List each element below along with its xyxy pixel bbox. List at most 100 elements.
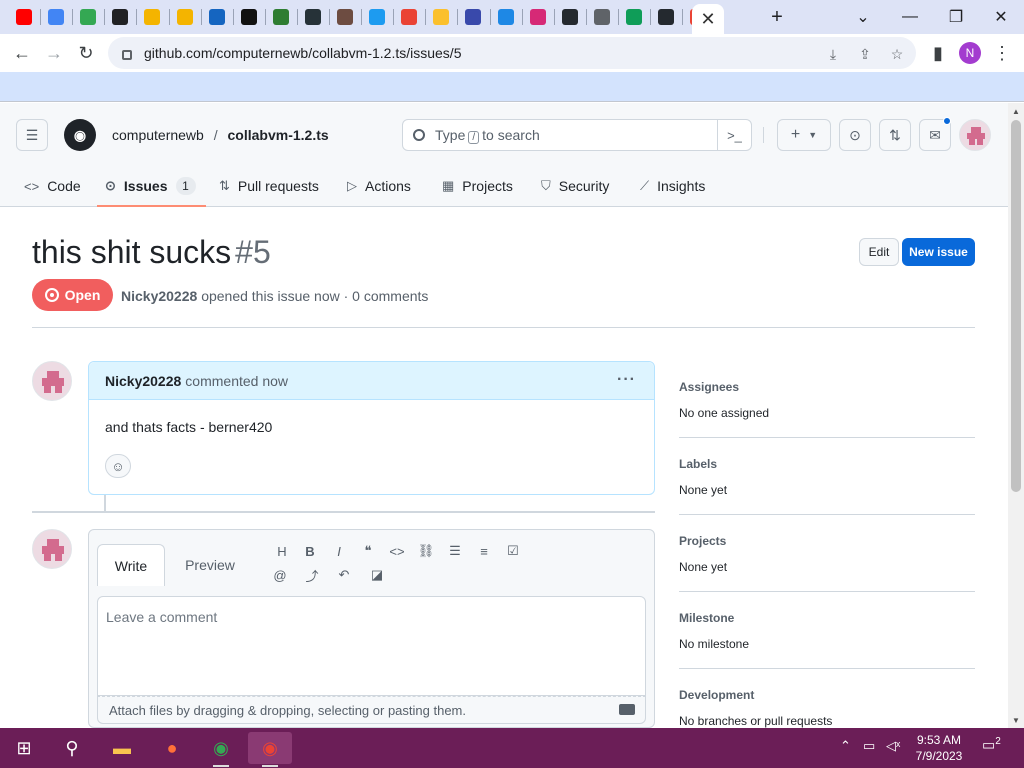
reload-icon[interactable]: ↻ (72, 39, 100, 67)
url-text[interactable]: github.com/computernewb/collabvm-1.2.ts/… (144, 45, 461, 61)
sidebar-projects[interactable]: Projects None yet (679, 534, 975, 574)
forward-icon[interactable]: → (40, 39, 68, 67)
scroll-down-arrow-icon[interactable]: ▼ (1008, 712, 1024, 728)
comment-textarea[interactable]: Leave a comment (97, 596, 646, 696)
sidebar-labels[interactable]: Labels None yet (679, 457, 975, 497)
attach-files-hint[interactable]: Attach files by dragging & dropping, sel… (97, 696, 646, 724)
heading-icon[interactable]: H (271, 540, 293, 562)
restore-icon[interactable]: ❐ (942, 5, 970, 29)
github-logo-icon[interactable]: ◉ (64, 119, 96, 151)
browser-tab[interactable] (653, 5, 679, 29)
hamburger-menu-icon[interactable]: ☰ (16, 119, 48, 151)
browser-tab[interactable] (557, 5, 583, 29)
browser-tab[interactable] (621, 5, 647, 29)
lock-icon[interactable] (122, 50, 132, 60)
browser-tab[interactable] (236, 5, 262, 29)
edit-button[interactable]: Edit (859, 238, 899, 266)
current-user-avatar[interactable] (32, 529, 72, 569)
comment-author-link[interactable]: Nicky20228 (105, 373, 181, 389)
action-center-icon[interactable]: ▭2 (982, 736, 1006, 758)
browser-tab[interactable] (300, 5, 326, 29)
kebab-menu-icon[interactable]: ··· (617, 371, 636, 389)
chrome-taskbar-icon[interactable]: ◉ (199, 732, 243, 767)
browser-tab[interactable] (460, 5, 486, 29)
system-clock[interactable]: 9:53 AM 7/9/2023 (904, 732, 974, 764)
back-icon[interactable]: ← (8, 39, 36, 67)
address-bar[interactable]: github.com/computernewb/collabvm-1.2.ts/… (108, 37, 916, 69)
active-tab-close-button[interactable]: ✕ (692, 4, 724, 34)
firefox-icon[interactable]: ● (150, 732, 194, 764)
file-explorer-icon[interactable]: ▬ (100, 732, 144, 764)
tab-search-icon[interactable]: ⌄ (849, 5, 877, 29)
browser-tab[interactable] (525, 5, 551, 29)
command-palette-icon[interactable]: >_ (717, 120, 751, 150)
user-avatar[interactable] (959, 119, 991, 151)
tab-actions[interactable]: ▷ Actions (347, 165, 411, 207)
sidebar-milestone[interactable]: Milestone No milestone (679, 611, 975, 651)
browser-tab[interactable] (107, 5, 133, 29)
unordered-list-icon[interactable]: ☰ (444, 540, 466, 562)
tab-pull-requests[interactable]: ⇅ Pull requests (219, 165, 319, 207)
browser-tab[interactable] (204, 5, 230, 29)
tab-insights[interactable]: ⟋ Insights (640, 165, 705, 207)
new-tab-button[interactable]: + (763, 5, 791, 29)
browser-tab[interactable] (332, 5, 358, 29)
volume-muted-icon[interactable]: ◁ˣ (886, 738, 900, 754)
browser-tab[interactable] (139, 5, 165, 29)
browser-tab[interactable] (268, 5, 294, 29)
browser-tab[interactable] (493, 5, 519, 29)
author-link[interactable]: Nicky20228 (121, 288, 197, 304)
side-panel-icon[interactable]: ▮ (924, 39, 952, 67)
ordered-list-icon[interactable]: ≡ (473, 540, 495, 562)
comment-author-avatar[interactable] (32, 361, 72, 401)
code-icon[interactable]: <> (386, 540, 408, 562)
window-close-icon[interactable]: ✕ (987, 5, 1015, 29)
minimize-icon[interactable]: — (896, 5, 924, 29)
tab-write[interactable]: Write (97, 544, 165, 586)
sidebar-development[interactable]: Development No branches or pull requests (679, 688, 975, 728)
pull-requests-icon[interactable]: ⇅ (879, 119, 911, 151)
link-icon[interactable]: ⛓ (415, 540, 437, 562)
chrome-menu-icon[interactable]: ⋮ (988, 39, 1016, 67)
cross-reference-icon[interactable]: ⤴ (301, 564, 323, 586)
repo-link[interactable]: collabvm-1.2.ts (228, 127, 329, 143)
chrome-profile-taskbar-icon[interactable]: ◉ (248, 732, 292, 767)
browser-tab[interactable] (364, 5, 390, 29)
scrollbar-thumb[interactable] (1011, 120, 1021, 492)
browser-tab[interactable] (43, 5, 69, 29)
reply-icon[interactable]: ↶ (333, 564, 355, 586)
browser-tab[interactable] (172, 5, 198, 29)
create-new-button[interactable]: + ▼ (777, 119, 831, 151)
smiley-reaction-icon[interactable]: ☺ (105, 454, 131, 478)
task-list-icon[interactable]: ☑ (502, 540, 524, 562)
bookmark-star-icon[interactable]: ☆ (886, 43, 908, 65)
owner-link[interactable]: computernewb (112, 127, 204, 143)
browser-tab[interactable] (396, 5, 422, 29)
browser-tab[interactable] (589, 5, 615, 29)
new-issue-button[interactable]: New issue (902, 238, 975, 266)
browser-tab[interactable] (428, 5, 454, 29)
tab-code[interactable]: <> Code (24, 165, 81, 207)
windows-start-icon[interactable]: ⊞ (2, 732, 46, 764)
page-scrollbar[interactable]: ▲ ▼ (1008, 103, 1024, 728)
tab-issues[interactable]: ⊙ Issues 1 (97, 165, 205, 207)
network-icon[interactable]: ▭ (863, 738, 875, 754)
italic-icon[interactable]: I (328, 540, 350, 562)
quote-icon[interactable]: ❝ (357, 540, 379, 562)
install-app-icon[interactable]: ⤓ (822, 43, 844, 65)
show-hidden-icons-icon[interactable]: ⌃ (840, 738, 851, 754)
sidebar-assignees[interactable]: Assignees No one assigned (679, 380, 975, 420)
bold-icon[interactable]: B (299, 540, 321, 562)
browser-tab[interactable] (75, 5, 101, 29)
issues-icon[interactable]: ⊙ (839, 119, 871, 151)
tab-preview[interactable]: Preview (177, 544, 243, 586)
browser-tab[interactable] (11, 5, 37, 29)
search-input[interactable]: Type / to search >_ (402, 119, 752, 151)
share-icon[interactable]: ⇪ (854, 43, 876, 65)
mention-icon[interactable]: @ (269, 564, 291, 586)
search-icon[interactable]: ⚲ (50, 732, 94, 764)
tab-projects[interactable]: ▦ Projects (442, 165, 513, 207)
browser-profile-avatar[interactable]: N (959, 42, 981, 64)
tab-security[interactable]: ⛉ Security (541, 165, 609, 207)
slash-commands-icon[interactable]: ◪ (366, 564, 388, 586)
